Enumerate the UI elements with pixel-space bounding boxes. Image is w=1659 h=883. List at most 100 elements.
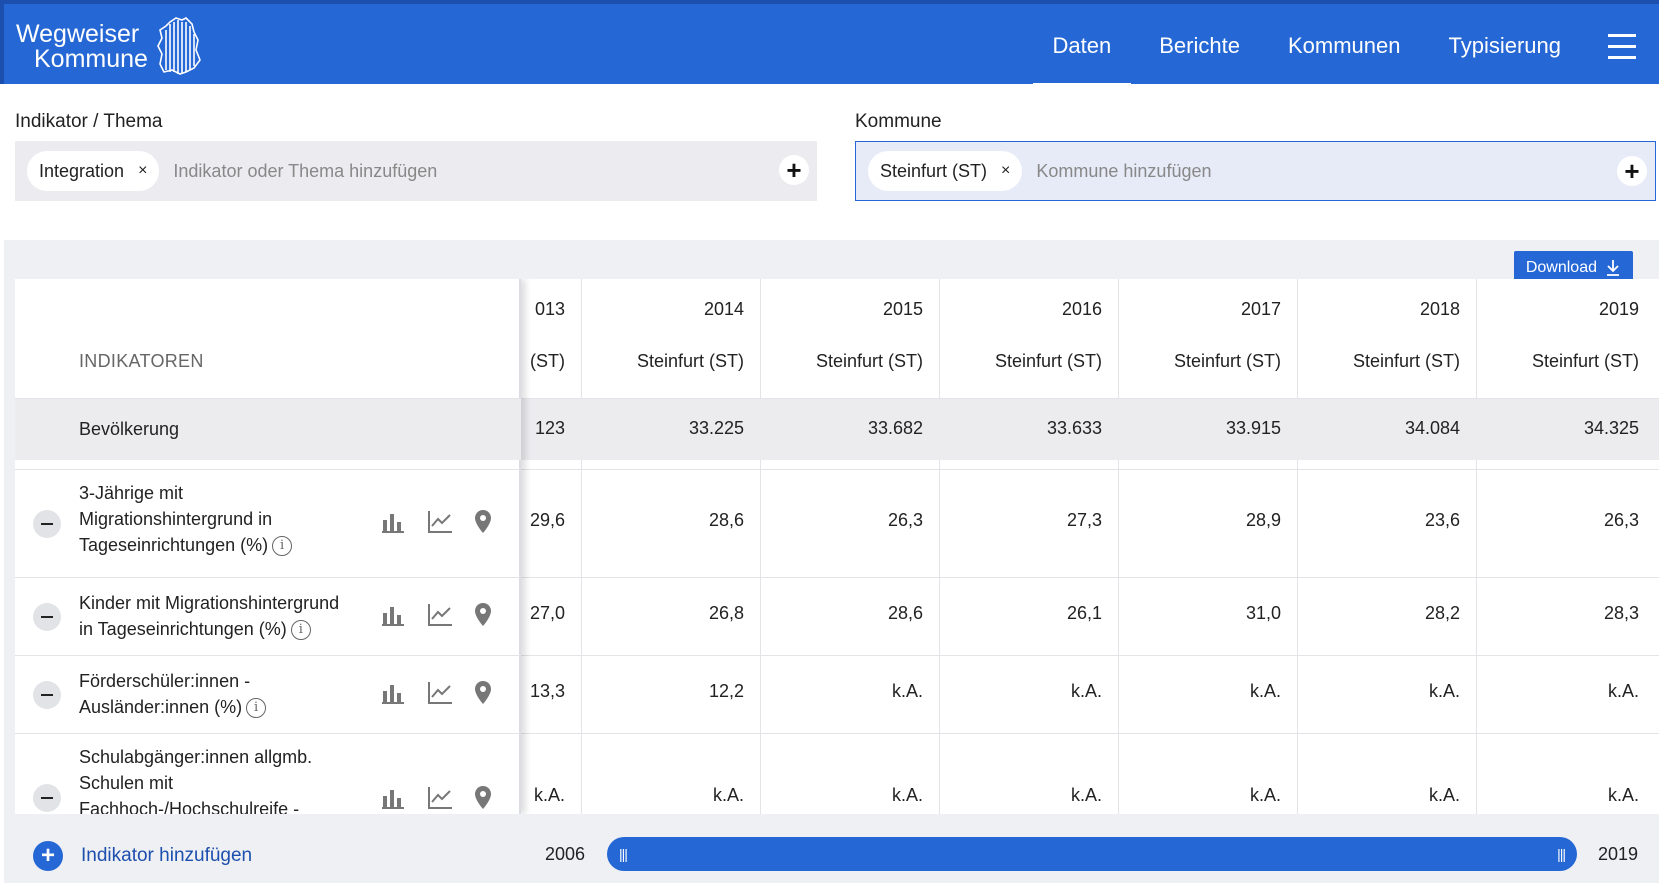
- table-cell: 33.682: [867, 418, 923, 438]
- kommune-header: Steinfurt (ST): [1173, 351, 1281, 371]
- logo-line1: Wegweiser: [16, 20, 140, 48]
- logo[interactable]: Wegweiser Kommune: [16, 22, 148, 72]
- indicator-filter-label: Indikator / Thema: [15, 111, 163, 132]
- kommune-header: Steinfurt (ST): [1352, 351, 1460, 371]
- add-indicator-plus-icon: +: [33, 841, 63, 871]
- add-indicator-icon[interactable]: +: [779, 155, 809, 185]
- bar-chart-icon[interactable]: [380, 679, 406, 705]
- germany-map-logo: [157, 17, 201, 75]
- indicator-chip: Integration ×: [27, 151, 160, 191]
- table-cell: k.A.: [1428, 681, 1460, 701]
- bar-chart-icon[interactable]: [380, 601, 406, 627]
- table-cell: 33.915: [1225, 418, 1281, 438]
- logo-line2: Kommune: [34, 45, 148, 73]
- table-cell: 34.325: [1583, 418, 1639, 438]
- year-header: 2019: [1598, 299, 1639, 319]
- table-cell: k.A.: [1070, 681, 1102, 701]
- download-icon: [1607, 260, 1619, 276]
- remove-indicator-button[interactable]: [33, 681, 61, 709]
- add-indicator-label: Indikator hinzufügen: [81, 845, 253, 866]
- kommune-header: Steinfurt (ST): [636, 351, 744, 371]
- table-cell: 26,3: [1603, 510, 1639, 530]
- top-navigation-bar: Wegweiser Kommune Daten Berichte Kommune…: [0, 0, 1659, 88]
- kommune-header: Steinfurt (ST): [1531, 351, 1639, 371]
- add-indicator-button[interactable]: + Indikator hinzufügen: [33, 841, 252, 871]
- slider-end-handle[interactable]: |||: [1557, 846, 1566, 862]
- table-cell: 27,0: [529, 603, 565, 623]
- bar-chart-icon[interactable]: [380, 784, 406, 810]
- kommune-chip-remove-icon[interactable]: ×: [1001, 162, 1010, 180]
- indicator-search-input[interactable]: Indikator oder Thema hinzufügen: [173, 161, 437, 182]
- nav-berichte[interactable]: Berichte: [1135, 4, 1264, 88]
- remove-indicator-button[interactable]: [33, 603, 61, 631]
- indicator-label: Kinder mit Migrationshintergrund in Tage…: [79, 590, 349, 642]
- table-cell: k.A.: [1070, 785, 1102, 805]
- table-cell: 23,6: [1424, 510, 1460, 530]
- table-cell: k.A.: [1249, 681, 1281, 701]
- download-label: Download: [1525, 259, 1597, 276]
- kommune-chip: Steinfurt (ST) ×: [868, 151, 1023, 191]
- table-cell: k.A.: [712, 785, 744, 805]
- table-cell: 34.084: [1404, 418, 1460, 438]
- kommune-search-input[interactable]: Kommune hinzufügen: [1036, 161, 1211, 182]
- map-pin-icon[interactable]: [470, 601, 496, 627]
- slider-start-handle[interactable]: |||: [619, 846, 628, 862]
- indicator-search-field[interactable]: Integration × Indikator oder Thema hinzu…: [15, 141, 817, 201]
- line-chart-icon[interactable]: [427, 784, 453, 810]
- table-cell: 29,6: [529, 510, 565, 530]
- table-cell: 28,6: [708, 510, 744, 530]
- indicator-label-text: Schulabgänger:innen allgmb. Schulen mit …: [79, 747, 313, 814]
- year-range-start: 2006: [545, 844, 586, 864]
- remove-indicator-button[interactable]: [33, 784, 61, 812]
- table-cell: k.A.: [1249, 785, 1281, 805]
- table-cell: k.A.: [1428, 785, 1460, 805]
- map-pin-icon[interactable]: [470, 784, 496, 810]
- nav-kommunen[interactable]: Kommunen: [1264, 4, 1425, 88]
- year-range-slider[interactable]: ||| |||: [607, 837, 1577, 871]
- year-header: 2015: [882, 299, 923, 319]
- map-pin-icon[interactable]: [470, 679, 496, 705]
- line-chart-icon[interactable]: [427, 508, 453, 534]
- table-cell: 33.225: [688, 418, 744, 438]
- table-cell: 27,3: [1066, 510, 1102, 530]
- population-label: Bevölkerung: [79, 419, 180, 439]
- kommune-header: Steinfurt (ST): [815, 351, 923, 371]
- table-cell: k.A.: [533, 785, 565, 805]
- line-chart-icon[interactable]: [427, 601, 453, 627]
- kommune-search-field[interactable]: Steinfurt (ST) × Kommune hinzufügen +: [855, 141, 1656, 201]
- indicator-chip-remove-icon[interactable]: ×: [138, 162, 147, 180]
- data-panel: Download 013 2014 2015 2016 2017 2018 20…: [4, 240, 1659, 883]
- table-cell: 123: [534, 418, 565, 438]
- table-cell: 33.633: [1046, 418, 1102, 438]
- year-range-end: 2019: [1598, 844, 1639, 864]
- table-cell: 28,6: [887, 603, 923, 623]
- table-cell: 13,3: [529, 681, 565, 701]
- nav-daten[interactable]: Daten: [1029, 4, 1136, 88]
- info-icon[interactable]: i: [290, 620, 311, 641]
- table-cell: 26,8: [708, 603, 744, 623]
- indicator-chip-label: Integration: [39, 160, 125, 181]
- add-kommune-icon[interactable]: +: [1617, 156, 1647, 186]
- table-cell: k.A.: [1607, 681, 1639, 701]
- remove-indicator-button[interactable]: [33, 510, 61, 538]
- table-cell: 28,2: [1424, 603, 1460, 623]
- population-label-row: Bevölkerung: [15, 398, 521, 460]
- line-chart-icon[interactable]: [427, 679, 453, 705]
- table-cell: k.A.: [1607, 785, 1639, 805]
- kommune-header: (ST): [530, 351, 565, 371]
- year-header: 2018: [1419, 299, 1460, 319]
- info-icon[interactable]: i: [272, 536, 293, 557]
- nav-typisierung[interactable]: Typisierung: [1424, 4, 1585, 88]
- menu-icon[interactable]: [1585, 4, 1659, 88]
- year-header: 2017: [1240, 299, 1281, 319]
- bar-chart-icon[interactable]: [380, 508, 406, 534]
- map-pin-icon[interactable]: [470, 508, 496, 534]
- indicator-label-text: 3-Jährige mit Migrationshintergrund in T…: [79, 483, 273, 555]
- table-cell: k.A.: [891, 785, 923, 805]
- year-header: 013: [534, 299, 565, 319]
- table-cell: 28,9: [1245, 510, 1281, 530]
- indicator-label: Schulabgänger:innen allgmb. Schulen mit …: [79, 744, 329, 814]
- info-icon[interactable]: i: [246, 698, 267, 719]
- indicator-label-text: Förderschüler:innen - Ausländer:innen (%…: [79, 671, 251, 717]
- table-cell: 28,3: [1603, 603, 1639, 623]
